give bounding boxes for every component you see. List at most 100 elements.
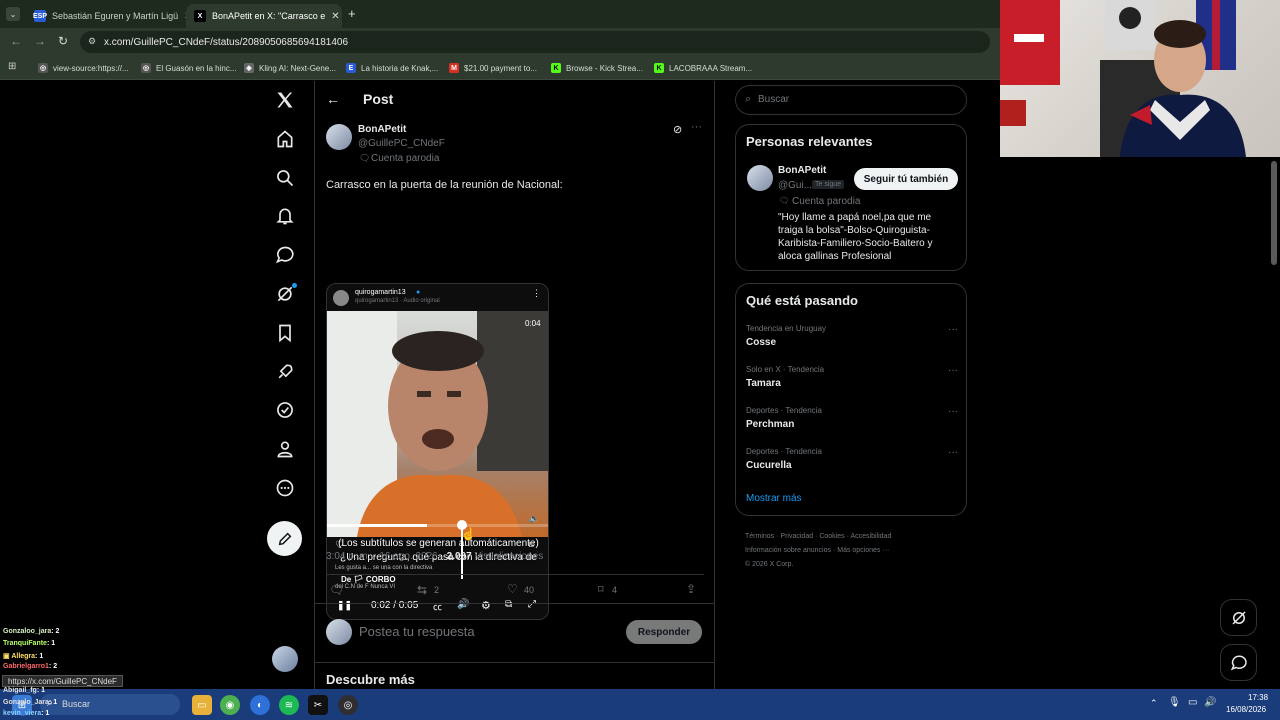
footer-links: Términos · Privacidad · Cookies · Accesi… <box>745 533 892 568</box>
home-icon[interactable] <box>272 126 298 152</box>
account-avatar[interactable] <box>272 646 298 672</box>
fullscreen-icon[interactable]: ⤢ <box>528 599 536 610</box>
footer-link[interactable]: Cookies <box>819 533 844 540</box>
relevant-avatar[interactable] <box>747 165 773 191</box>
back-arrow-icon[interactable]: ← <box>10 34 22 48</box>
author-handle[interactable]: @GuillePC_CNdeF <box>358 138 445 149</box>
search-input[interactable]: ⌕ Buscar <box>735 85 967 115</box>
tab-list-chevron-icon[interactable]: ⌄ <box>6 7 20 21</box>
trend-topic: Cosse <box>746 337 777 348</box>
new-tab-button[interactable]: + <box>348 6 356 21</box>
trend-item[interactable]: Solo en X · Tendencia Tamara ··· <box>746 365 958 395</box>
bookmark-lacobraaa[interactable]: K LACOBRAAA Stream... <box>654 61 752 75</box>
bookmark-view-source[interactable]: ◎ view-source:https://... <box>38 61 129 75</box>
trend-more-icon[interactable]: ··· <box>948 447 958 458</box>
reply-button[interactable]: Responder <box>626 620 702 644</box>
grok-float-button[interactable] <box>1220 599 1257 636</box>
tab-bonapetit[interactable]: X BonAPetit en X: "Carrasco e ✕ <box>186 4 342 28</box>
views-label: Visualizaciones <box>471 551 544 562</box>
retweet-icon[interactable]: ⇆ <box>417 583 427 597</box>
x-logo-icon[interactable] <box>272 87 298 113</box>
forward-arrow-icon[interactable]: → <box>34 34 46 48</box>
chat-line: kevin_viera: 1 <box>3 710 49 717</box>
trend-topic: Cucurella <box>746 460 792 471</box>
progress-track[interactable] <box>327 524 548 527</box>
bookmark-kling[interactable]: ◈ Kling AI: Next-Gene... <box>244 61 336 75</box>
close-tab-icon[interactable]: ✕ <box>178 11 186 22</box>
back-arrow-icon[interactable]: ← <box>326 91 340 107</box>
progress-fill <box>327 524 428 527</box>
pause-icon[interactable]: ❚❚ <box>337 600 352 611</box>
volume-icon[interactable]: 🔊 <box>457 599 469 610</box>
author-avatar[interactable] <box>326 124 352 150</box>
grok-icon[interactable] <box>272 281 298 307</box>
tab-label: BonAPetit en X: "Carrasco e <box>212 11 326 21</box>
trend-more-icon[interactable]: ··· <box>948 406 958 417</box>
show-more-link[interactable]: Mostrar más <box>746 493 802 504</box>
trend-more-icon[interactable]: ··· <box>948 365 958 376</box>
bookmark-payment[interactable]: M $21.00 payment to... <box>449 61 537 75</box>
share-icon[interactable]: ⇪ <box>686 582 696 596</box>
footer-link[interactable]: Privacidad <box>780 533 813 540</box>
volume-tray-icon[interactable]: 🔊 <box>1204 697 1216 708</box>
reload-icon[interactable]: ↻ <box>58 34 68 48</box>
url-input[interactable]: ⚙ x.com/GuillePC_CNdeF/status/2089050685… <box>80 31 990 53</box>
messages-icon[interactable] <box>272 242 298 268</box>
bookmark-knak[interactable]: E La historia de Knak,... <box>346 61 438 75</box>
bookmark-kick-browse[interactable]: K Browse - Kick Strea... <box>551 61 643 75</box>
picture-in-picture-icon[interactable]: ⧉ <box>505 599 512 610</box>
taskbar-search[interactable]: ⌕ Buscar <box>40 694 180 715</box>
x-page: ← Post BonAPetit @GuillePC_CNdeF 🗨 Cuent… <box>0 81 1280 689</box>
close-tab-icon[interactable]: ✕ <box>325 11 339 22</box>
compose-post-button[interactable] <box>267 521 302 556</box>
chrome-icon[interactable]: ◉ <box>220 695 240 715</box>
obs-icon[interactable]: ◎ <box>338 695 358 715</box>
relevant-name[interactable]: BonAPetit <box>778 165 826 176</box>
reply-icon[interactable]: 🗨 <box>329 583 344 597</box>
bookmark-guason[interactable]: ◎ El Guasón en la hinc... <box>141 61 237 75</box>
trend-item[interactable]: Tendencia en Uruguay Cosse ··· <box>746 324 958 354</box>
file-explorer-icon[interactable]: ▭ <box>192 695 212 715</box>
grok-explain-icon[interactable]: ⊘ <box>673 123 682 136</box>
follow-back-button[interactable]: Seguir tú también <box>854 168 958 190</box>
bookmark-icon[interactable]: ⌑ <box>598 583 604 596</box>
search-icon[interactable] <box>272 165 298 191</box>
tray-chevron-icon[interactable]: ⌃ <box>1150 698 1158 709</box>
verified-icon[interactable] <box>272 397 298 423</box>
bookmarks-icon[interactable] <box>272 320 298 346</box>
trend-more-icon[interactable]: ··· <box>948 324 958 335</box>
trend-context: Solo en X · Tendencia <box>746 365 825 374</box>
network-icon[interactable]: ▭ <box>1188 697 1197 708</box>
ig-subtitle: quirogamartin13 · Audio original <box>355 298 440 304</box>
more-options-icon[interactable] <box>272 475 298 501</box>
trend-item[interactable]: Deportes · Tendencia Cucurella ··· <box>746 447 958 477</box>
footer-link[interactable]: Información sobre anuncios <box>745 547 831 554</box>
spotify-icon[interactable]: ≋ <box>279 695 299 715</box>
captions-icon[interactable]: ㏄ <box>433 600 442 613</box>
apps-grid-icon[interactable]: ⊞ <box>8 61 16 72</box>
footer-link[interactable]: Términos <box>745 533 774 540</box>
settings-gear-icon[interactable]: ⚙ <box>481 599 491 612</box>
tab-sebastian-eguren[interactable]: ESP Sebastián Eguren y Martín Ligü ✕ <box>26 4 186 28</box>
capcut-icon[interactable]: ✂ <box>308 695 328 715</box>
rocket-icon[interactable] <box>272 359 298 385</box>
like-icon[interactable]: ♡ <box>507 582 518 596</box>
chat-line: ▣ Allegra: 1 <box>3 652 43 660</box>
trend-item[interactable]: Deportes · Tendencia Perchman ··· <box>746 406 958 436</box>
tweet-more-icon[interactable]: ··· <box>691 121 702 133</box>
profile-icon[interactable] <box>272 436 298 462</box>
page-scrollbar[interactable] <box>1271 161 1277 265</box>
author-name[interactable]: BonAPetit <box>358 124 406 135</box>
footer-link[interactable]: Más opciones ··· <box>837 547 889 554</box>
site-info-icon[interactable]: ⚙ <box>88 36 96 47</box>
video-player[interactable]: quirogamartin13 ● quirogamartin13 · Audi… <box>326 283 549 620</box>
tweet-timestamp[interactable]: 3:04 p. m. · 16 ago. 2026 · <box>326 551 447 562</box>
notifications-bell-icon[interactable] <box>272 203 298 229</box>
microphone-icon[interactable]: 🎙 <box>1168 697 1181 708</box>
divider <box>314 603 715 604</box>
reply-input[interactable]: Postea tu respuesta <box>359 624 475 639</box>
messages-float-button[interactable] <box>1220 644 1257 681</box>
edge-app-icon[interactable]: ◐ <box>250 695 270 715</box>
footer-link[interactable]: Accesibilidad <box>850 533 891 540</box>
relevant-handle[interactable]: @Gui... <box>778 180 812 191</box>
